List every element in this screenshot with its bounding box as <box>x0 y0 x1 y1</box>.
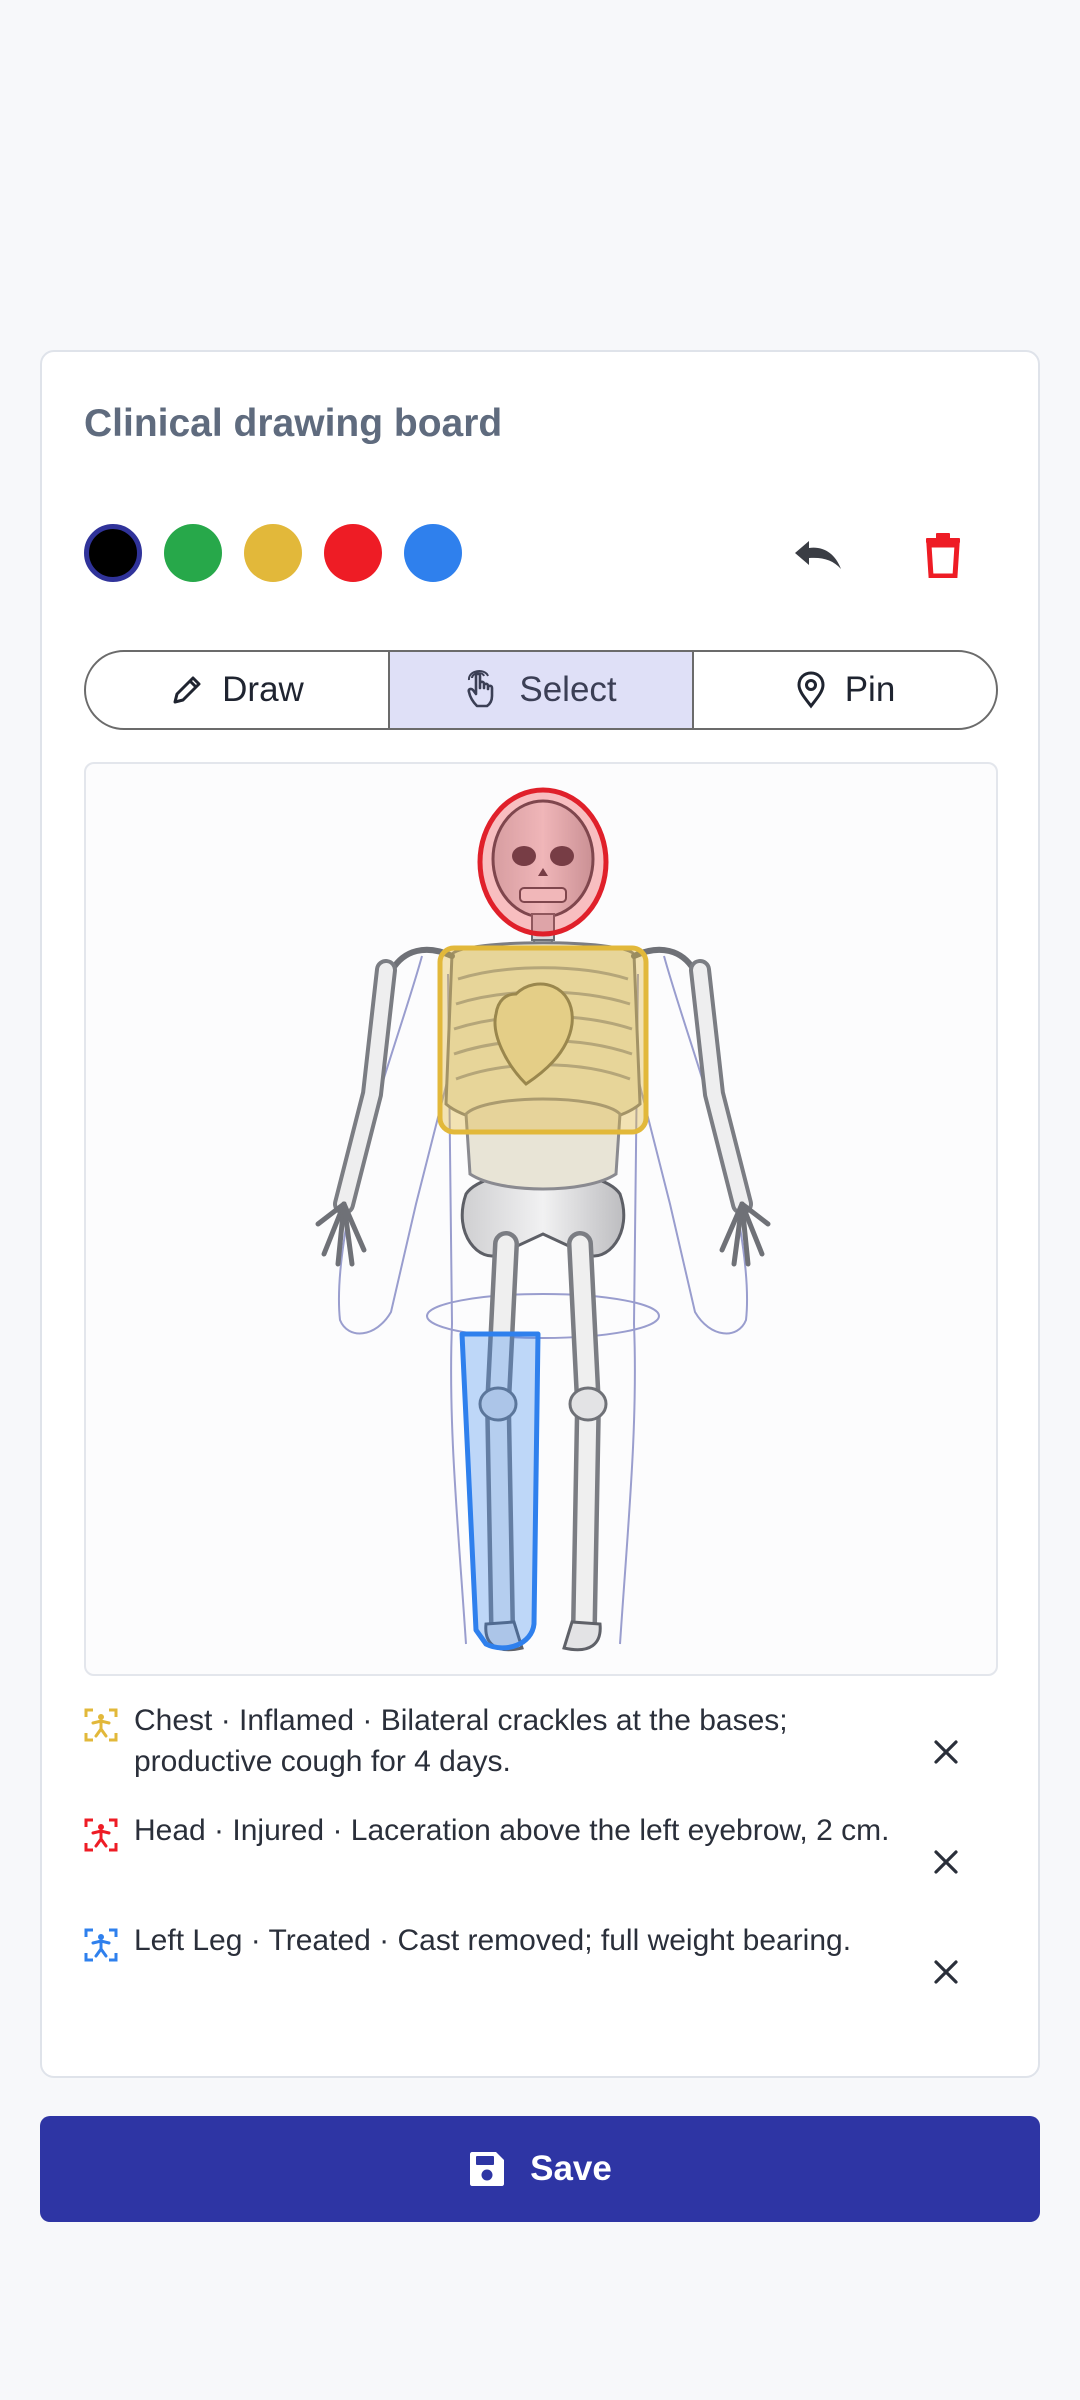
close-icon <box>934 1960 958 1984</box>
annotation-note[interactable]: Chest · Inflamed · Bilateral crackles at… <box>84 1700 998 1810</box>
trash-icon <box>926 533 960 578</box>
pencil-icon <box>173 676 201 704</box>
undo-button[interactable] <box>784 522 850 588</box>
color-swatch-blue[interactable] <box>404 524 462 582</box>
body-marker-icon <box>84 1818 118 1852</box>
color-swatch-yellow[interactable] <box>244 524 302 582</box>
drawing-board-card: Clinical drawing board Draw Select Pin C… <box>40 350 1040 2078</box>
annotation-note[interactable]: Head · Injured · Laceration above the le… <box>84 1810 998 1920</box>
mode-pin-button[interactable]: Pin <box>694 652 996 728</box>
annotation-note-text: Left Leg · Treated · Cast removed; full … <box>134 1924 852 1957</box>
mode-draw-button[interactable]: Draw <box>86 652 390 728</box>
mode-select-label: Select <box>519 670 617 709</box>
remove-note-button[interactable] <box>924 1840 968 1884</box>
mode-toggle: Draw Select Pin <box>84 650 998 730</box>
floppy-disk-icon <box>470 2152 505 2186</box>
mode-pin-label: Pin <box>844 670 896 709</box>
mode-select-button[interactable]: Select <box>390 652 694 728</box>
color-swatch-green[interactable] <box>164 524 222 582</box>
annotation-note-text: Head · Injured · Laceration above the le… <box>134 1814 890 1847</box>
save-label: Save <box>530 2149 612 2188</box>
annotation-note-text: Chest · Inflamed · Bilateral crackles at… <box>134 1704 788 1778</box>
map-pin-icon <box>797 671 825 709</box>
annotation-note[interactable]: Left Leg · Treated · Cast removed; full … <box>84 1920 998 2030</box>
drawing-canvas[interactable] <box>84 762 998 1676</box>
color-swatch-black[interactable] <box>84 524 142 582</box>
annotation-left-leg[interactable] <box>459 1331 541 1651</box>
save-button[interactable]: Save <box>40 2116 1040 2222</box>
delete-button[interactable] <box>910 522 976 588</box>
annotation-head[interactable] <box>477 787 609 937</box>
hand-pointer-icon <box>467 670 494 708</box>
color-swatch-red[interactable] <box>324 524 382 582</box>
anatomy-illustration <box>315 787 771 1652</box>
close-icon <box>934 1850 958 1874</box>
undo-icon <box>795 541 841 569</box>
annotation-chest[interactable] <box>437 945 649 1135</box>
status-area <box>0 0 1080 290</box>
mode-draw-label: Draw <box>222 670 304 709</box>
close-icon <box>934 1740 958 1764</box>
annotation-notes-list: Chest · Inflamed · Bilateral crackles at… <box>84 1700 998 2030</box>
body-marker-icon <box>84 1928 118 1962</box>
remove-note-button[interactable] <box>924 1730 968 1774</box>
card-title: Clinical drawing board <box>84 402 503 445</box>
remove-note-button[interactable] <box>924 1950 968 1994</box>
body-marker-icon <box>84 1708 118 1742</box>
